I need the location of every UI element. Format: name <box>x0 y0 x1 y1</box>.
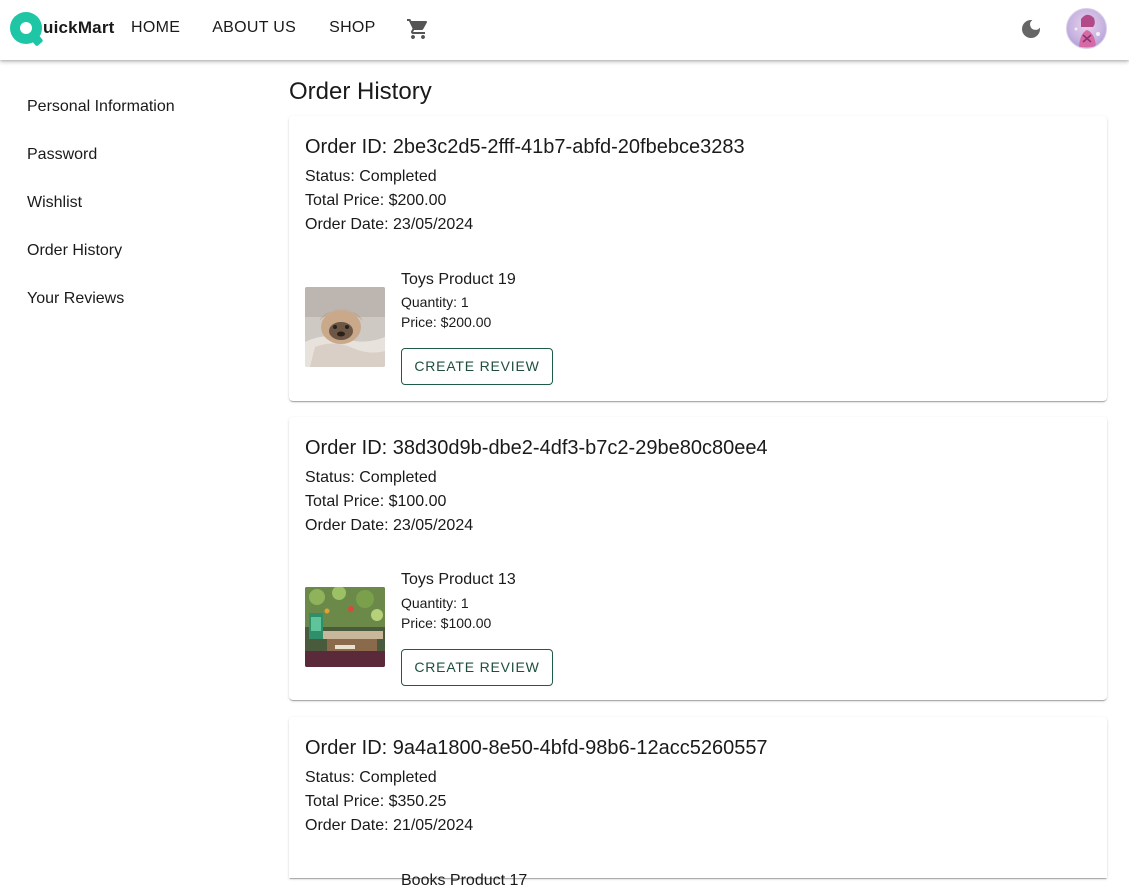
quickmart-logo[interactable]: uickMart <box>10 11 115 47</box>
avatar[interactable] <box>1066 8 1107 49</box>
account-sidebar: Personal Information Password Wishlist O… <box>27 96 247 336</box>
order-date: Order Date: 23/05/2024 <box>305 216 474 233</box>
sidebar-item-order-history[interactable]: Order History <box>27 240 247 288</box>
order-total-price: Total Price: $350.25 <box>305 793 447 810</box>
order-status: Status: Completed <box>305 469 437 486</box>
nav-about-us[interactable]: ABOUT US <box>212 18 296 38</box>
top-app-bar: uickMart HOME ABOUT US SHOP <box>0 0 1129 60</box>
dark-mode-icon[interactable] <box>1019 17 1043 41</box>
product-name[interactable]: Toys Product 19 <box>401 270 516 290</box>
logo-text: uickMart <box>43 18 115 37</box>
cart-icon[interactable] <box>406 17 430 41</box>
product-price: Price: $100.00 <box>401 615 492 631</box>
main-nav: HOME ABOUT US SHOP <box>131 18 376 38</box>
order-id: Order ID: 38d30d9b-dbe2-4df3-b7c2-29be80… <box>305 437 768 459</box>
sidebar-item-password[interactable]: Password <box>27 144 247 192</box>
order-total-price: Total Price: $200.00 <box>305 192 447 209</box>
order-card: Order ID: 38d30d9b-dbe2-4df3-b7c2-29be80… <box>289 417 1107 700</box>
product-price: Price: $200.00 <box>401 314 492 330</box>
product-name[interactable]: Toys Product 13 <box>401 570 516 590</box>
sidebar-item-wishlist[interactable]: Wishlist <box>27 192 247 240</box>
create-review-button[interactable]: CREATE REVIEW <box>401 348 553 385</box>
order-id: Order ID: 2be3c2d5-2fff-41b7-abfd-20fbeb… <box>305 136 745 158</box>
nav-shop[interactable]: SHOP <box>329 18 376 38</box>
product-quantity: Quantity: 1 <box>401 595 469 611</box>
order-status: Status: Completed <box>305 769 437 786</box>
product-image[interactable] <box>305 287 385 367</box>
page-title: Order History <box>289 78 432 105</box>
order-date: Order Date: 23/05/2024 <box>305 517 474 534</box>
order-total-price: Total Price: $100.00 <box>305 493 447 510</box>
order-card: Order ID: 9a4a1800-8e50-4bfd-98b6-12acc5… <box>289 717 1107 889</box>
product-image[interactable] <box>305 587 385 667</box>
order-date: Order Date: 21/05/2024 <box>305 817 474 834</box>
order-card: Order ID: 2be3c2d5-2fff-41b7-abfd-20fbeb… <box>289 116 1107 401</box>
product-quantity: Quantity: 1 <box>401 294 469 310</box>
order-id: Order ID: 9a4a1800-8e50-4bfd-98b6-12acc5… <box>305 737 768 759</box>
nav-home[interactable]: HOME <box>131 18 180 38</box>
create-review-button[interactable]: CREATE REVIEW <box>401 649 553 686</box>
order-status: Status: Completed <box>305 168 437 185</box>
sidebar-item-your-reviews[interactable]: Your Reviews <box>27 288 247 336</box>
sidebar-item-personal-information[interactable]: Personal Information <box>27 96 247 144</box>
product-name[interactable]: Books Product 17 <box>401 871 527 891</box>
logo-q-icon <box>10 12 44 47</box>
